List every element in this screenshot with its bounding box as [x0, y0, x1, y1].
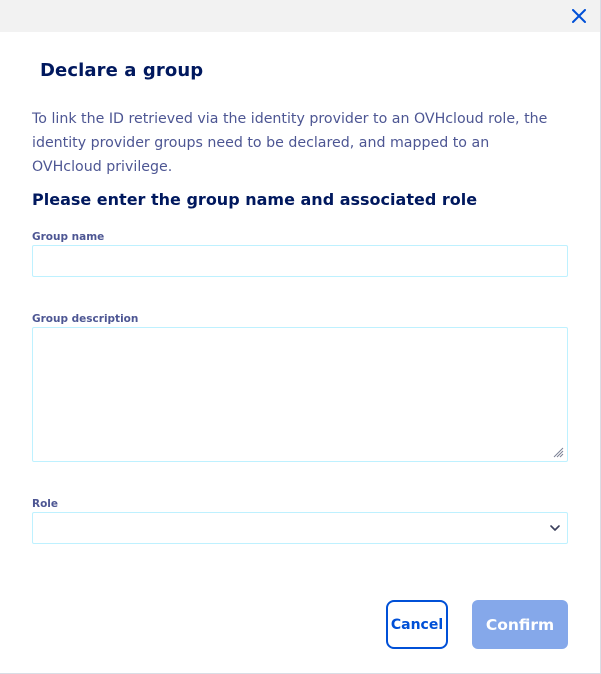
resize-grip-icon[interactable]: [552, 446, 564, 458]
cancel-button[interactable]: Cancel: [386, 600, 448, 649]
role-select[interactable]: [32, 512, 568, 544]
group-description-field-wrapper: [32, 327, 568, 462]
close-icon: [572, 9, 586, 23]
form-subtitle: Please enter the group name and associat…: [32, 190, 478, 209]
group-name-field-wrapper: [32, 245, 568, 277]
modal-header-bar: [0, 0, 600, 32]
close-button[interactable]: [568, 5, 590, 27]
group-description-label: Group description: [32, 313, 139, 325]
modal-title: Declare a group: [40, 60, 204, 81]
confirm-button[interactable]: Confirm: [472, 600, 568, 649]
chevron-down-icon: [550, 525, 560, 531]
declare-group-modal: Declare a group To link the ID retrieved…: [0, 0, 601, 674]
group-name-label: Group name: [32, 231, 105, 243]
group-description-textarea[interactable]: [33, 328, 567, 461]
group-name-input[interactable]: [33, 246, 567, 276]
modal-description: To link the ID retrieved via the identit…: [32, 111, 548, 175]
role-label: Role: [32, 498, 59, 510]
